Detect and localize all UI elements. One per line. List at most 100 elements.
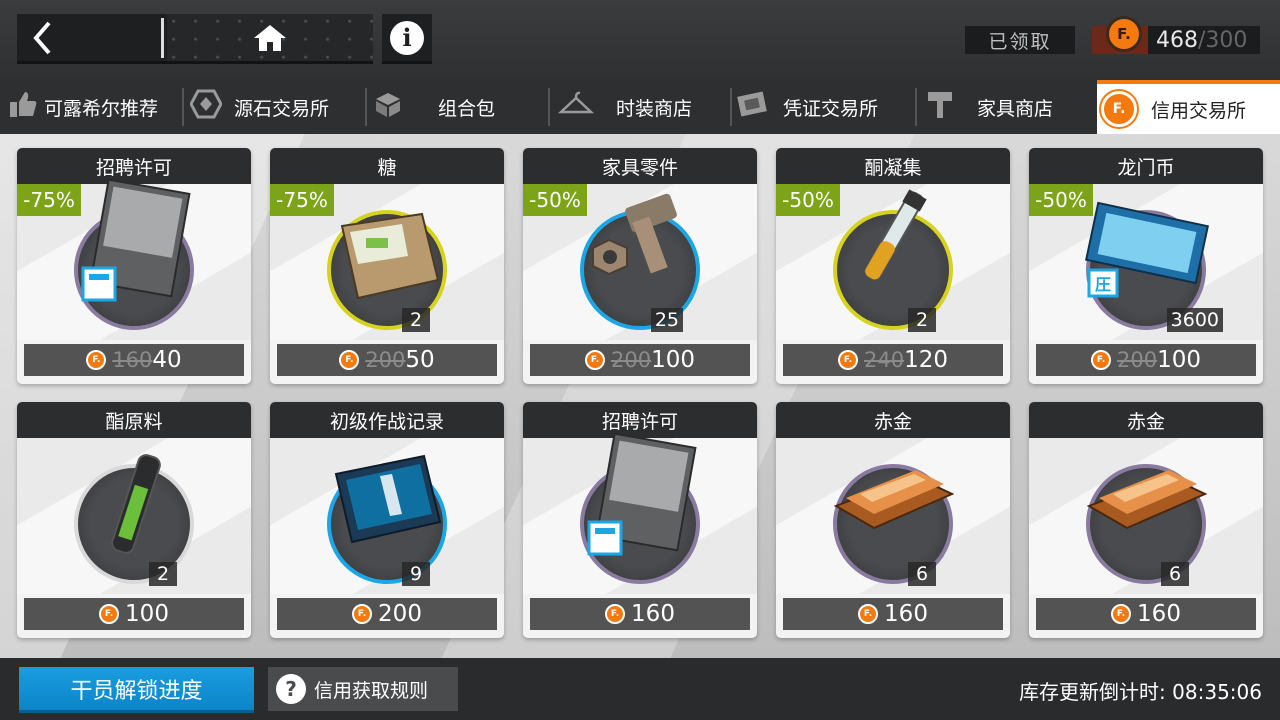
item-name: 酮凝集 xyxy=(776,148,1010,184)
item-name: 家具零件 xyxy=(523,148,757,184)
shop-item-card[interactable]: 招聘许可 F. 160 xyxy=(523,402,757,638)
original-price: 240 xyxy=(864,348,905,372)
tab-label: 组合包 xyxy=(438,97,496,120)
thumbs-up-icon xyxy=(8,89,38,126)
operator-unlock-progress-button[interactable]: 干员解锁进度 xyxy=(19,667,254,713)
chevron-left-icon xyxy=(33,21,51,54)
item-quantity: 25 xyxy=(650,308,683,332)
shop-item-card[interactable]: 龙门币 -50% 圧 3600 F. 200 100 xyxy=(1029,148,1263,384)
tab-label: 源石交易所 xyxy=(234,97,330,120)
sale-price: 200 xyxy=(378,601,422,627)
sale-price: 160 xyxy=(1137,601,1181,627)
tab-label: 家具商店 xyxy=(977,97,1054,120)
nav-group xyxy=(17,14,373,64)
item-name: 招聘许可 xyxy=(17,148,251,184)
back-button[interactable] xyxy=(17,14,163,61)
credit-icon: F. xyxy=(99,604,120,624)
shop-item-card[interactable]: 招聘许可 -75% F. 160 40 xyxy=(17,148,251,384)
tab-separator xyxy=(730,88,732,126)
price-bar: F. 200 50 xyxy=(277,344,497,376)
sale-price: 160 xyxy=(884,601,928,627)
tab-separator xyxy=(915,88,917,126)
tab-bundle[interactable]: 组合包 xyxy=(372,80,542,134)
item-quantity: 2 xyxy=(402,308,430,332)
info-icon: i xyxy=(390,20,424,55)
discount-badge: -75% xyxy=(270,184,334,216)
tab-label: 凭证交易所 xyxy=(783,97,879,120)
credit-icon: F. xyxy=(86,350,107,370)
item-quantity: 9 xyxy=(402,562,430,586)
item-rarity-ring xyxy=(580,464,700,584)
credit-separator: / xyxy=(1198,27,1206,53)
home-icon xyxy=(254,24,286,51)
tab-label: 可露希尔推荐 xyxy=(44,97,159,120)
info-button[interactable]: i xyxy=(382,14,432,64)
question-icon: ? xyxy=(276,674,306,704)
item-name: 糖 xyxy=(270,148,504,184)
credit-current: 468 xyxy=(1156,27,1198,53)
item-name: 赤金 xyxy=(1029,402,1263,438)
shop-item-card[interactable]: 赤金 6 F. 160 xyxy=(776,402,1010,638)
tab-originite[interactable]: 源石交易所 xyxy=(189,80,360,134)
credit-icon: F. xyxy=(585,350,605,370)
home-button[interactable] xyxy=(167,14,373,61)
sale-price: 120 xyxy=(904,347,948,373)
shop-item-card[interactable]: 糖 -75% 2 F. 200 50 xyxy=(270,148,504,384)
top-bar: i 已领取 F. 468 / 300 xyxy=(0,0,1280,80)
tab-voucher[interactable]: 凭证交易所 xyxy=(735,80,913,134)
store-tabs: 可露希尔推荐 源石交易所 组合包 时装商店 凭证交易所 家具商店 F. 信用交易… xyxy=(0,80,1280,134)
price-bar: F. 160 xyxy=(530,598,750,630)
tab-furniture[interactable]: 家具商店 xyxy=(925,80,1093,134)
original-price: 200 xyxy=(611,348,652,372)
price-bar: F. 200 xyxy=(277,598,497,630)
shop-item-card[interactable]: 赤金 6 F. 160 xyxy=(1029,402,1263,638)
credit-balance: F. 468 / 300 xyxy=(1092,16,1260,54)
item-quantity: 6 xyxy=(1161,562,1189,586)
item-name: 龙门币 xyxy=(1029,148,1263,184)
credit-icon: F. xyxy=(838,350,858,370)
discount-badge: -75% xyxy=(17,184,81,216)
originite-icon xyxy=(189,89,223,126)
tab-label: 信用交易所 xyxy=(1151,99,1247,122)
item-name: 酯原料 xyxy=(17,402,251,438)
discount-badge: -50% xyxy=(523,184,587,216)
shop-item-card[interactable]: 酮凝集 -50% 2 F. 240 120 xyxy=(776,148,1010,384)
tab-label: 时装商店 xyxy=(616,97,693,120)
price-bar: F. 200 100 xyxy=(530,344,750,376)
tab-credit-store[interactable]: F. 信用交易所 xyxy=(1097,80,1280,134)
shop-item-card[interactable]: 家具零件 -50% 25 F. 200 100 xyxy=(523,148,757,384)
item-quantity: 3600 xyxy=(1166,308,1223,332)
discount-badge: -50% xyxy=(776,184,840,216)
item-quantity: 2 xyxy=(149,562,177,586)
price-bar: F. 200 100 xyxy=(1036,344,1256,376)
sale-price: 100 xyxy=(651,347,695,373)
item-rarity-ring xyxy=(74,210,194,330)
credit-icon-wrap: F. xyxy=(1092,16,1148,54)
voucher-icon xyxy=(735,89,771,126)
sale-price: 100 xyxy=(125,601,169,627)
shop-item-card[interactable]: 酯原料 2 F. 100 xyxy=(17,402,251,638)
tab-separator xyxy=(365,88,367,126)
tab-fashion[interactable]: 时装商店 xyxy=(557,80,728,134)
credit-rules-button[interactable]: ? 信用获取规则 xyxy=(268,667,458,711)
credit-icon: F. xyxy=(1111,604,1132,624)
item-name: 初级作战记录 xyxy=(270,402,504,438)
rules-label: 信用获取规则 xyxy=(314,679,429,702)
claimed-button[interactable]: 已领取 xyxy=(965,26,1075,54)
bundle-icon xyxy=(372,89,404,126)
sale-price: 50 xyxy=(405,347,435,373)
shop-grid: 招聘许可 -75% F. 160 40 糖 -75% 2 F. 200 50 家具零件… xyxy=(0,134,1280,658)
item-quantity: 2 xyxy=(908,308,936,332)
tab-recommend[interactable]: 可露希尔推荐 xyxy=(8,80,180,134)
nav-divider xyxy=(161,18,164,58)
hammer-icon xyxy=(925,88,955,127)
hanger-icon xyxy=(557,89,595,126)
shop-item-card[interactable]: 初级作战记录 9 F. 200 xyxy=(270,402,504,638)
credit-icon: F. xyxy=(1091,350,1111,370)
price-bar: F. 160 xyxy=(1036,598,1256,630)
item-name: 招聘许可 xyxy=(523,402,757,438)
item-quantity: 6 xyxy=(908,562,936,586)
tab-separator xyxy=(548,88,550,126)
price-bar: F. 160 40 xyxy=(24,344,244,376)
credit-icon: F. xyxy=(352,604,373,624)
